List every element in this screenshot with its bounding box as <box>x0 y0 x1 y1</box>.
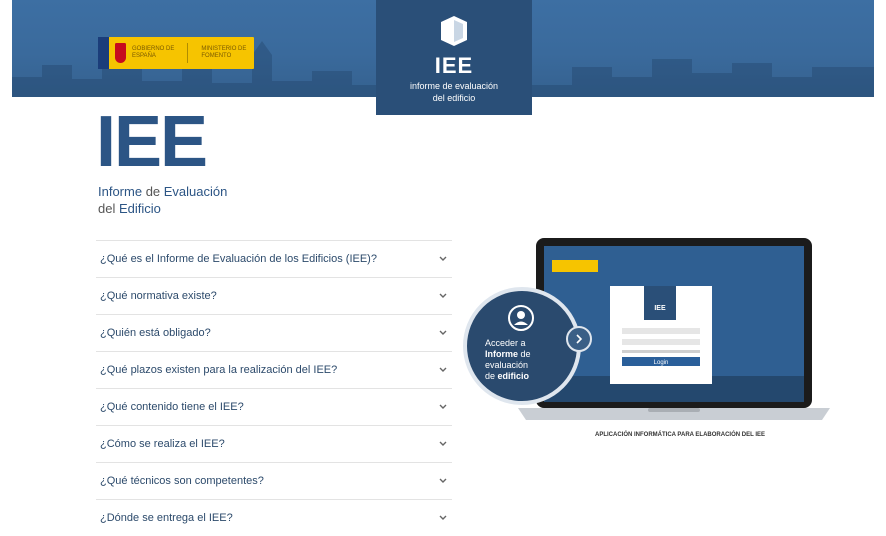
page-title: IEE <box>96 102 208 182</box>
faq-question: ¿Cómo se realiza el IEE? <box>100 438 225 450</box>
gov-logo-text-1: GOBIERNO DE ESPAÑA <box>132 46 175 59</box>
logo-separator <box>186 43 188 63</box>
hero-subtitle-line-1: Informe de Evaluación <box>98 184 227 199</box>
access-line-2: Informe de <box>485 349 531 360</box>
building-shield-icon <box>441 16 467 46</box>
faq-item[interactable]: ¿Dónde se entrega el IEE? <box>96 499 452 536</box>
badge-subtitle-2: del edificio <box>432 93 476 103</box>
chevron-down-icon[interactable] <box>438 328 448 338</box>
chevron-down-icon[interactable] <box>438 254 448 264</box>
faq-question: ¿Qué normativa existe? <box>100 290 217 302</box>
badge-title: IEE <box>434 53 474 78</box>
hero-word-evaluacion: Evaluación <box>163 184 228 199</box>
coat-of-arms-icon <box>115 43 126 63</box>
user-icon <box>508 305 534 331</box>
access-word-informe: Informe <box>485 349 519 359</box>
faq-item[interactable]: ¿Cómo se realiza el IEE? <box>96 425 452 462</box>
chevron-down-icon[interactable] <box>438 291 448 301</box>
badge-subtitle-1: informe de evaluación <box>409 81 499 91</box>
chevron-down-icon[interactable] <box>438 513 448 523</box>
screen-link-row <box>622 350 700 353</box>
faq-item[interactable]: ¿Qué normativa existe? <box>96 277 452 314</box>
screen-login-label: Login <box>654 360 669 366</box>
faq-question: ¿Qué plazos existen para la realización … <box>100 364 338 376</box>
access-word-de2: de <box>485 371 498 381</box>
iee-badge[interactable]: IEE informe de evaluación del edificio <box>376 0 532 115</box>
chevron-down-icon[interactable] <box>438 365 448 375</box>
faq-accordion: ¿Qué es el Informe de Evaluación de los … <box>96 240 452 536</box>
app-caption: APLICACIÓN INFORMÁTICA PARA ELABORACIÓN … <box>594 432 765 438</box>
access-line-4: de edificio <box>485 371 531 382</box>
eu-flag-bar <box>98 37 109 69</box>
faq-item[interactable]: ¿Qué es el Informe de Evaluación de los … <box>96 240 452 277</box>
access-word-de: de <box>518 349 531 359</box>
screen-gov-logo <box>552 260 598 272</box>
access-line-3: evaluación <box>485 360 529 370</box>
hero-word-de: de <box>142 184 164 199</box>
screen-login-badge <box>644 286 676 320</box>
gov-logo-text-2: MINISTERIO DE FOMENTO <box>201 46 247 59</box>
chevron-down-icon[interactable] <box>438 402 448 412</box>
hero-word-edificio: Edificio <box>118 201 161 216</box>
screen-brand: IEE <box>654 305 666 312</box>
faq-item[interactable]: ¿Qué plazos existen para la realización … <box>96 351 452 388</box>
faq-item[interactable]: ¿Qué contenido tiene el IEE? <box>96 388 452 425</box>
screen-password-field <box>622 339 700 345</box>
hero-word-del: del <box>98 201 119 216</box>
laptop-hinge <box>648 408 700 412</box>
faq-question: ¿Quién está obligado? <box>100 327 211 339</box>
access-text: Acceder a Informe de evaluación de edifi… <box>485 338 531 382</box>
faq-item[interactable]: ¿Quién está obligado? <box>96 314 452 351</box>
access-app-button[interactable]: Acceder a Informe de evaluación de edifi… <box>463 287 581 405</box>
government-logo[interactable]: GOBIERNO DE ESPAÑA MINISTERIO DE FOMENTO <box>98 37 254 69</box>
access-line-1: Acceder a <box>485 338 526 348</box>
chevron-down-icon[interactable] <box>438 439 448 449</box>
hero-subtitle-line-2: del Edificio <box>98 201 161 216</box>
faq-question: ¿Dónde se entrega el IEE? <box>100 512 233 524</box>
chevron-down-icon[interactable] <box>438 476 448 486</box>
faq-question: ¿Qué contenido tiene el IEE? <box>100 401 244 413</box>
hero-word-informe: Informe <box>98 184 143 199</box>
faq-item[interactable]: ¿Qué técnicos son competentes? <box>96 462 452 499</box>
faq-question: ¿Qué técnicos son competentes? <box>100 475 264 487</box>
screen-user-field <box>622 328 700 334</box>
faq-question: ¿Qué es el Informe de Evaluación de los … <box>100 253 377 265</box>
arrow-right-icon[interactable] <box>566 326 592 352</box>
access-word-edificio: edificio <box>497 371 530 381</box>
